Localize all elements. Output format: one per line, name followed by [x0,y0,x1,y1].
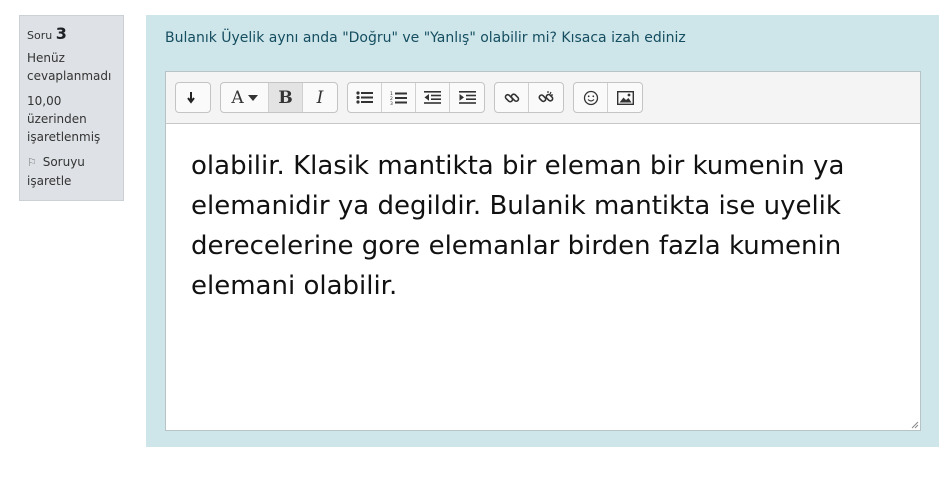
italic-button[interactable]: I [303,83,337,112]
resize-grip-icon[interactable] [909,419,919,429]
toolbar-group-collapse [175,82,211,113]
chevron-down-icon [247,94,258,101]
question-number-value: 3 [55,24,67,43]
collapse-icon [187,91,195,104]
toolbar-group-links [494,82,564,113]
question-text: Bulanık Üyelik aynı anda "Doğru" ve "Yan… [165,30,686,46]
unordered-list-button[interactable] [348,83,382,112]
svg-text:3: 3 [390,101,393,105]
bold-button[interactable]: B [269,83,303,112]
indent-button[interactable] [450,83,484,112]
ordered-list-button[interactable]: 123 [382,83,416,112]
toolbar-group-lists: 123 [347,82,485,113]
question-grade: 10,00 üzerinden işaretlenmiş [27,94,101,144]
question-content: Bulanık Üyelik aynı anda "Doğru" ve "Yan… [146,15,939,447]
collapse-toolbar-button[interactable] [176,83,210,112]
flag-question-link[interactable]: ⚐ Soruyu işaretle [27,153,116,190]
answer-editor[interactable]: A B I 123 olabilir. Klasik mantikta bir … [165,71,921,431]
link-icon [504,92,519,103]
editor-toolbar: A B I 123 [166,72,920,124]
unlink-button[interactable] [529,83,563,112]
link-button[interactable] [495,83,529,112]
question-label: Soru [27,29,53,42]
font-style-button[interactable]: A [221,83,269,112]
image-button[interactable] [608,83,642,112]
italic-letter: I [316,87,324,108]
unlink-icon [538,90,554,102]
font-style-letter: A [231,87,244,108]
bold-letter: B [278,87,293,108]
emoji-button[interactable] [574,83,608,112]
toolbar-group-style: A B I [220,82,338,113]
question-state: Henüz cevaplanmadı [27,51,112,83]
answer-text-area[interactable]: olabilir. Klasik mantikta bir eleman bir… [166,124,920,328]
outdent-icon [424,91,441,104]
toolbar-group-insert [573,82,643,113]
outdent-button[interactable] [416,83,450,112]
question-info-panel: Soru 3 Henüz cevaplanmadı 10,00 üzerinde… [19,15,124,201]
emoji-icon [583,90,598,105]
indent-icon [458,91,476,104]
question-number: Soru 3 [27,25,116,45]
flag-icon[interactable]: ⚐ [27,156,37,169]
unordered-list-icon [356,91,373,104]
image-icon [616,90,634,105]
ordered-list-icon: 123 [390,91,407,105]
